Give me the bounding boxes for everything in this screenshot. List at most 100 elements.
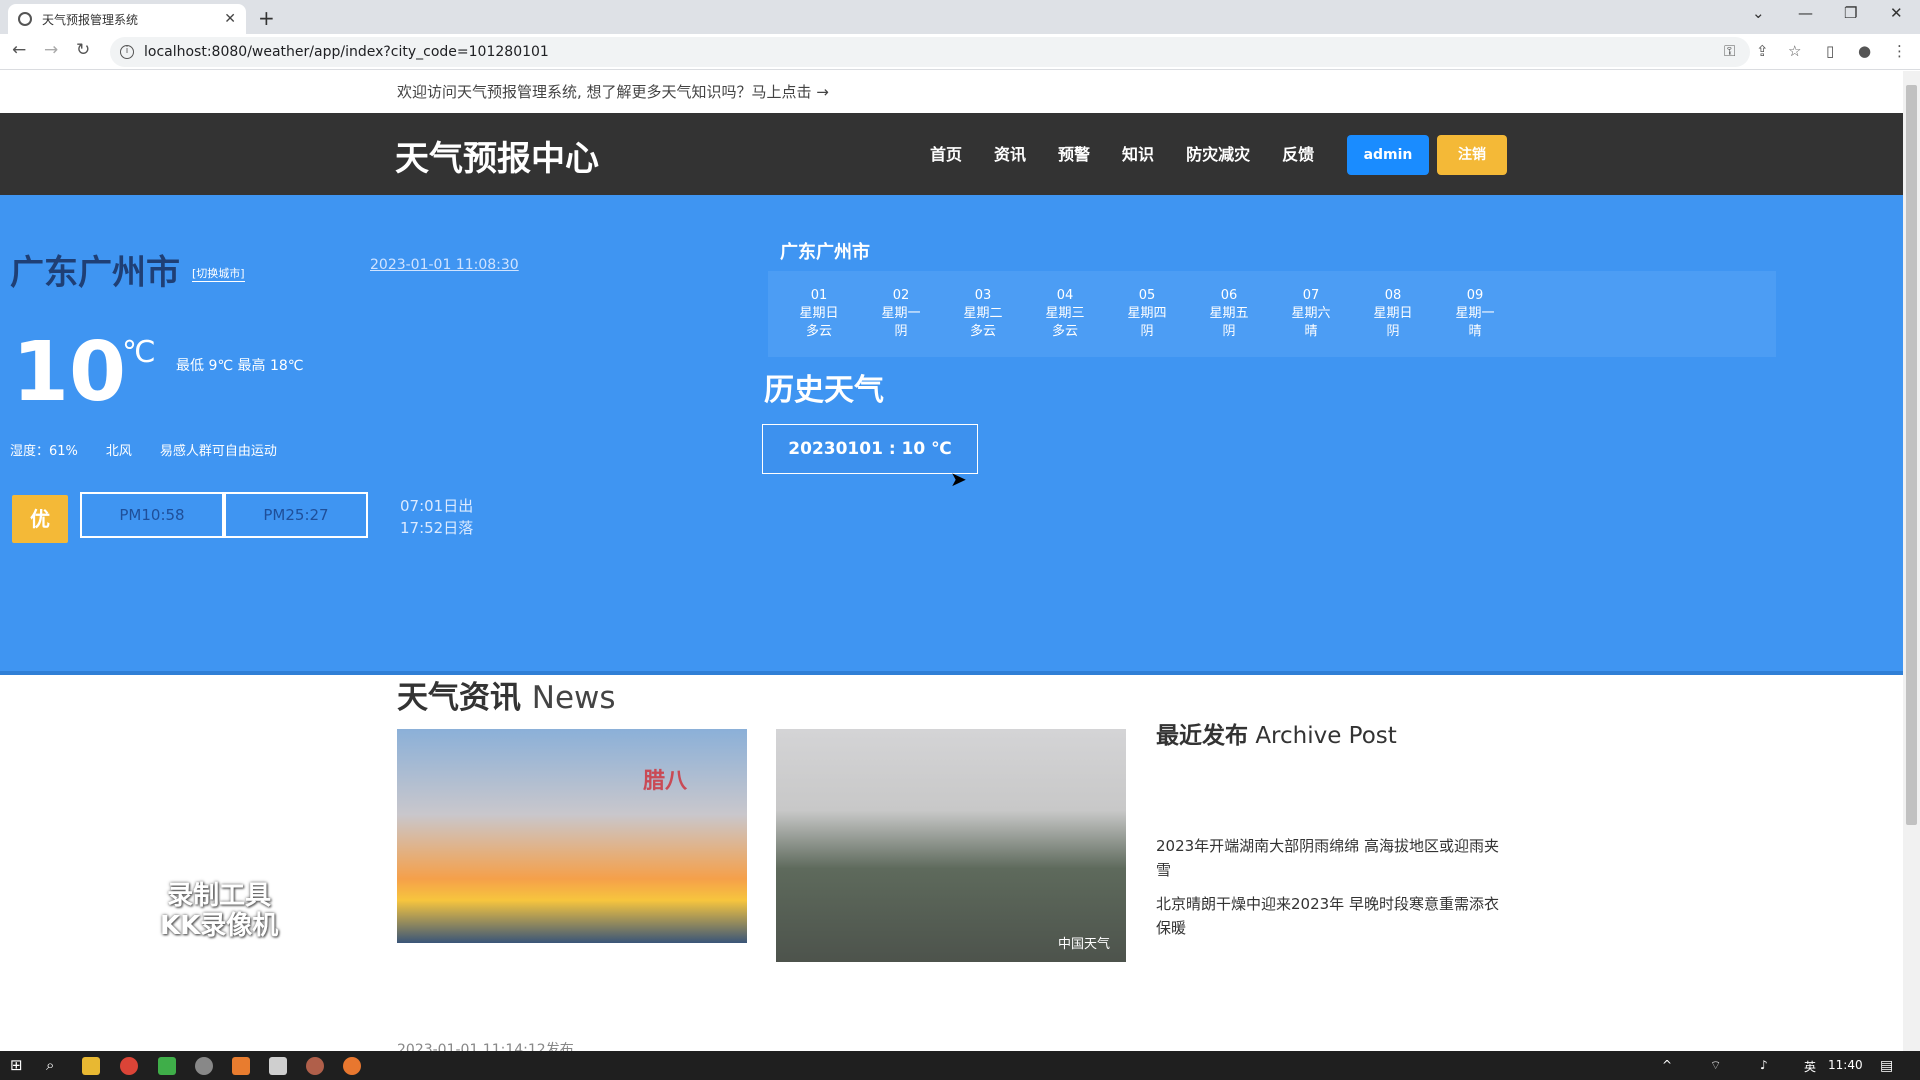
forecast-day: 04 星期三 多云 xyxy=(1024,271,1106,357)
forecast-day: 01 星期日 多云 xyxy=(778,271,860,357)
day-weather: 阴 xyxy=(1222,324,1236,339)
file-explorer-icon[interactable] xyxy=(82,1057,100,1075)
archive-item[interactable]: 2023年开端湖南大部阴雨绵绵 高海拔地区或迎雨夹雪 xyxy=(1156,834,1506,882)
logout-button[interactable]: 注销 xyxy=(1437,135,1507,175)
site-logo[interactable]: 天气预报中心 xyxy=(395,131,599,180)
scrollbar-thumb[interactable] xyxy=(1906,85,1917,825)
watermark-line1: 录制工具 xyxy=(167,881,272,911)
url-text: localhost:8080/weather/app/index?city_co… xyxy=(144,44,549,60)
main-nav: 首页 资讯 预警 知识 防灾减灾 反馈 xyxy=(930,141,1346,165)
browser-tabstrip: 天气预报管理系统 ✕ + ⌄ — ❐ ✕ xyxy=(0,0,1920,34)
profile-icon[interactable]: ● xyxy=(1858,42,1871,60)
welcome-bar[interactable]: 欢迎访问天气预报管理系统, 想了解更多天气知识吗？马上点击 → xyxy=(0,71,1903,113)
image2-watermark: 中国天气 xyxy=(1057,937,1110,952)
archive-title: 最近发布 Archive Post xyxy=(1156,716,1397,750)
key-icon[interactable]: ⚿ xyxy=(1724,42,1735,60)
forecast-day: 07 星期六晴 xyxy=(1270,271,1352,357)
forecast-day: 09 星期一晴 xyxy=(1434,271,1516,357)
news-image-2[interactable]: 中国天气 xyxy=(776,729,1126,962)
day-week: 星期四 xyxy=(1127,306,1167,321)
current-temp: 10 xyxy=(12,325,127,420)
pm25-box: PM25:27 xyxy=(224,492,368,538)
nav-home[interactable]: 首页 xyxy=(930,141,962,165)
forward-icon[interactable]: → xyxy=(44,40,58,60)
back-icon[interactable]: ← xyxy=(12,40,26,60)
history-entry[interactable]: 20230101 : 10 ℃ xyxy=(762,424,978,474)
settings-icon[interactable] xyxy=(195,1057,213,1075)
day-week: 星期日 xyxy=(1373,306,1413,321)
sunrise: 07:01日出 xyxy=(400,497,474,515)
chrome-icon[interactable] xyxy=(120,1057,138,1075)
day-weather: 阴 xyxy=(1386,324,1400,339)
day-weather: 晴 xyxy=(1468,324,1482,339)
nav-news[interactable]: 资讯 xyxy=(994,141,1026,165)
site-info-icon[interactable]: i xyxy=(120,45,134,59)
day-date: 01 xyxy=(810,288,828,303)
nav-warning[interactable]: 预警 xyxy=(1058,141,1090,165)
tab-search-icon[interactable]: ⌄ xyxy=(1752,4,1765,22)
wind: 北风 xyxy=(105,444,132,459)
ime-indicator[interactable]: 英 xyxy=(1804,1058,1816,1075)
forecast-day: 02 星期一阴 xyxy=(860,271,942,357)
admin-button[interactable]: admin xyxy=(1347,135,1429,175)
switch-city-link[interactable]: [切换城市] xyxy=(192,265,245,282)
day-weather: 阴 xyxy=(1140,324,1154,339)
archive-item[interactable]: 北京晴朗干燥中迎来2023年 早晚时段寒意重需添衣保暖 xyxy=(1156,892,1506,940)
nav-disaster[interactable]: 防灾减灾 xyxy=(1186,141,1250,165)
recorder-watermark: 录制工具 KK录像机 xyxy=(160,881,278,941)
nav-knowledge[interactable]: 知识 xyxy=(1122,141,1154,165)
page-scrollbar[interactable] xyxy=(1903,71,1920,1051)
recorder-icon[interactable] xyxy=(306,1057,324,1075)
menu-icon[interactable]: ⋮ xyxy=(1892,42,1907,60)
day-weather: 阴 xyxy=(894,324,908,339)
address-bar[interactable]: i localhost:8080/weather/app/index?city_… xyxy=(110,37,1750,67)
nav-feedback[interactable]: 反馈 xyxy=(1282,141,1314,165)
day-date: 03 xyxy=(974,288,992,303)
news-title-en: News xyxy=(531,680,616,716)
weather-hero: 广东广州市 [切换城市] 2023-01-01 11:08:30 10 ℃ 最低… xyxy=(0,195,1903,675)
day-week: 星期六 xyxy=(1291,306,1331,321)
aqi-badge: 优 xyxy=(12,495,68,543)
tray-chevron-icon[interactable]: ^ xyxy=(1662,1058,1672,1072)
search-tool-icon[interactable] xyxy=(232,1057,250,1075)
clock[interactable]: 11:40 xyxy=(1828,1058,1863,1072)
forecast-strip: 01 星期日 多云 02 星期一阴 03 星期二 多云 04 星期三 多云 05 星期四阴 06… xyxy=(768,271,1776,357)
day-weather: 晴 xyxy=(1304,324,1318,339)
day-date: 08 xyxy=(1384,288,1402,303)
forecast-day: 03 星期二 多云 xyxy=(942,271,1024,357)
day-date: 07 xyxy=(1302,288,1320,303)
history-title: 历史天气 xyxy=(764,373,884,408)
news-image-1[interactable]: 腊八 xyxy=(397,729,747,943)
new-tab-icon[interactable]: + xyxy=(258,6,275,30)
forecast-title: 广东广州市 xyxy=(780,242,870,263)
update-time: 2023-01-01 11:08:30 xyxy=(370,257,519,273)
app-icon[interactable] xyxy=(158,1057,176,1075)
close-window-icon[interactable]: ✕ xyxy=(1890,4,1903,22)
browser-tab[interactable]: 天气预报管理系统 ✕ xyxy=(8,4,246,34)
day-date: 04 xyxy=(1056,288,1074,303)
maximize-icon[interactable]: ❐ xyxy=(1844,4,1857,22)
side-panel-icon[interactable]: ▯ xyxy=(1826,42,1834,60)
search-icon[interactable]: ⌕ xyxy=(46,1056,54,1074)
day-date: 09 xyxy=(1466,288,1484,303)
close-tab-icon[interactable]: ✕ xyxy=(224,11,236,27)
share-icon[interactable]: ⇪ xyxy=(1756,42,1769,60)
notepad-icon[interactable] xyxy=(269,1057,287,1075)
minimize-icon[interactable]: — xyxy=(1798,4,1813,22)
day-weather: 多云 xyxy=(969,324,996,339)
star-icon[interactable]: ☆ xyxy=(1788,42,1801,60)
volume-icon[interactable]: ♪ xyxy=(1760,1058,1768,1072)
humidity: 湿度：61% xyxy=(10,444,78,459)
app2-icon[interactable] xyxy=(343,1057,361,1075)
reload-icon[interactable]: ↻ xyxy=(76,40,90,60)
sun-times: 07:01日出 17:52日落 xyxy=(400,495,473,539)
forecast-day: 05 星期四阴 xyxy=(1106,271,1188,357)
windows-start-icon[interactable]: ⊞ xyxy=(10,1056,23,1074)
forecast-day: 06 星期五阴 xyxy=(1188,271,1270,357)
day-date: 05 xyxy=(1138,288,1156,303)
globe-icon xyxy=(18,12,32,26)
notification-icon[interactable]: ▤ xyxy=(1880,1058,1893,1074)
taskbar: ⊞ ⌕ ^ ⌔ ♪ 英 11:40 ▤ xyxy=(0,1051,1920,1080)
network-icon[interactable]: ⌔ xyxy=(1710,1058,1721,1073)
image1-tag: 腊八 xyxy=(642,769,687,794)
